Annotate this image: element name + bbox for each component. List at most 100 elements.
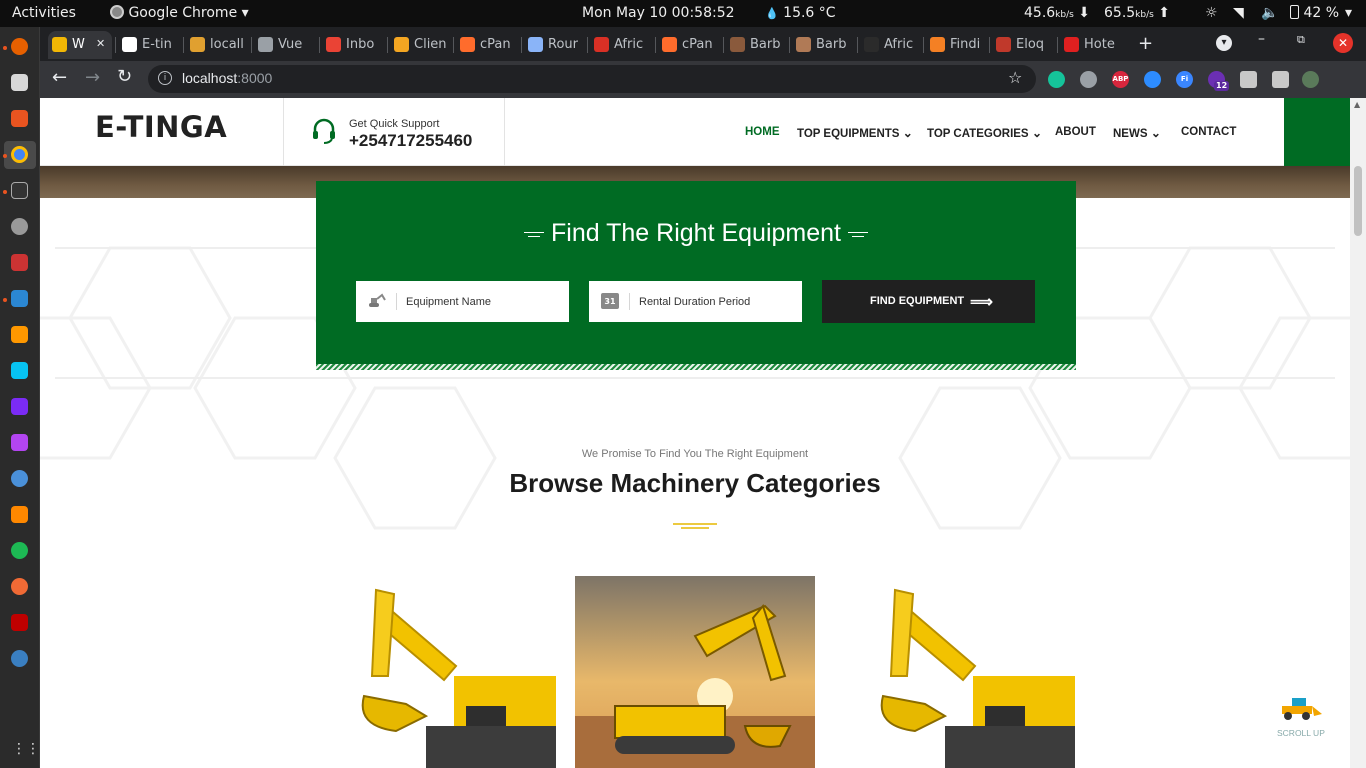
postman-icon[interactable] (11, 578, 28, 595)
browser-tab[interactable]: W ✕ (48, 31, 112, 59)
category-card-excavator-2[interactable] (835, 576, 1075, 768)
minimize-icon[interactable]: – (1258, 31, 1265, 47)
scrollbar-thumb[interactable] (1354, 166, 1362, 236)
panel-stripe-border (316, 364, 1076, 370)
tab-favicon-icon (1064, 37, 1079, 52)
rental-duration-field[interactable]: 31 Rental Duration Period (589, 281, 802, 322)
header-accent-block[interactable] (1284, 98, 1350, 166)
spotify-icon[interactable] (11, 542, 28, 559)
browser-tab[interactable]: Findi (926, 31, 988, 59)
excavator-sunset-image (575, 576, 815, 768)
page-scrollbar[interactable]: ▲ (1350, 98, 1366, 768)
settings-icon[interactable] (11, 218, 28, 235)
browser-tab[interactable]: Eloq (992, 31, 1054, 59)
adblock-plus-extension-icon[interactable]: ABP (1112, 71, 1129, 88)
net-speed-down: 45.6kb/s ⬇ (1024, 5, 1090, 21)
tab-search-icon[interactable]: ▾ (1216, 35, 1232, 51)
weather-temp: 15.6 °C (783, 5, 836, 21)
filezilla-icon[interactable] (11, 614, 28, 631)
nav-item[interactable]: TOP CATEGORIES ⌄ (927, 126, 1042, 140)
forward-icon[interactable]: → (85, 67, 100, 88)
page-viewport: E-TINGA Get Quick Support +254717255460 … (40, 98, 1366, 768)
browser-tab[interactable]: Clien (390, 31, 452, 59)
browser-tab[interactable]: cPan (456, 31, 518, 59)
nav-item[interactable]: HOME (745, 126, 780, 138)
clock[interactable]: Mon May 10 00:58:52 (582, 5, 735, 21)
restore-icon[interactable]: ⧉ (1297, 33, 1305, 47)
close-window-icon[interactable]: ✕ (1333, 33, 1353, 53)
terminal-icon[interactable] (11, 182, 28, 199)
browser-tab[interactable]: Hote (1060, 31, 1122, 59)
app-icon[interactable] (11, 470, 28, 487)
show-apps-icon[interactable]: ⋮⋮ (12, 741, 40, 757)
ext-gray-extension-icon[interactable] (1080, 71, 1097, 88)
browser-tab[interactable]: E-tin (118, 31, 180, 59)
wifi-icon[interactable]: ◥ (1233, 5, 1244, 21)
nav-item[interactable]: NEWS ⌄ (1113, 126, 1161, 140)
intellij-icon[interactable] (11, 398, 28, 415)
support-phone[interactable]: +254717255460 (349, 131, 472, 151)
browser-tab[interactable]: Afric (590, 31, 652, 59)
new-tab-icon[interactable]: + (1138, 33, 1153, 54)
tab-separator (387, 37, 388, 53)
app-menu[interactable]: Google Chrome ▾ (110, 5, 249, 21)
app-icon[interactable] (11, 254, 28, 271)
scroll-up-button[interactable]: SCROLL UP (1268, 690, 1332, 740)
address-bar[interactable]: i localhost:8000 ☆ (148, 65, 1036, 93)
category-card-excavator[interactable] (316, 576, 556, 768)
chrome-icon[interactable] (11, 146, 28, 163)
puzzle-extension-icon[interactable] (1240, 71, 1257, 88)
browser-tab[interactable]: Barb (792, 31, 854, 59)
grammarly-extension-icon[interactable] (1048, 71, 1065, 88)
ext-fi-extension-icon[interactable]: Fi (1176, 71, 1193, 88)
profile-extension-icon[interactable] (1302, 71, 1319, 88)
system-menu-arrow-icon[interactable]: ▾ (1345, 5, 1352, 21)
browser-tab[interactable]: locall (186, 31, 248, 59)
browser-tab[interactable]: Vue (254, 31, 316, 59)
qbittorrent-icon[interactable] (11, 650, 28, 667)
webstorm-icon[interactable] (11, 362, 28, 379)
firefox-icon[interactable] (11, 38, 28, 55)
tab-separator (789, 37, 790, 53)
files-icon[interactable] (11, 74, 28, 91)
vlc-icon[interactable] (11, 506, 28, 523)
browser-tab[interactable]: cPan (658, 31, 720, 59)
category-card-excavator-sunset[interactable] (575, 576, 815, 768)
scroll-up-arrow-icon[interactable]: ▲ (1354, 100, 1360, 109)
activities-button[interactable]: Activities (12, 5, 76, 21)
tab-title: Findi (950, 37, 981, 52)
back-icon[interactable]: ← (52, 67, 67, 88)
volume-icon[interactable]: 🔈 (1261, 5, 1278, 21)
find-equipment-button[interactable]: FIND EQUIPMENT ⟹ (822, 280, 1035, 323)
equipment-name-field[interactable]: Equipment Name (356, 281, 569, 322)
zoom-extension-icon[interactable] (1144, 71, 1161, 88)
vscode-icon[interactable] (11, 290, 28, 307)
weather[interactable]: 💧 15.6 °C (765, 5, 836, 21)
tab-title: Vue (278, 37, 303, 52)
browser-tab[interactable]: Inbo (322, 31, 384, 59)
brightness-icon[interactable]: ☼ (1205, 5, 1218, 21)
net-up-value: 65.5 (1104, 5, 1136, 21)
support-label: Get Quick Support (349, 118, 440, 130)
nav-item[interactable]: TOP EQUIPMENTS ⌄ (797, 126, 913, 140)
system-top-bar: Activities Google Chrome ▾ Mon May 10 00… (0, 0, 1366, 27)
chevron-down-icon: ▾ (241, 5, 249, 21)
sublime-icon[interactable] (11, 326, 28, 343)
browser-tab[interactable]: Rour (524, 31, 586, 59)
nav-item[interactable]: ABOUT (1055, 126, 1096, 138)
browser-tab[interactable]: Barb (726, 31, 788, 59)
software-store-icon[interactable] (11, 110, 28, 127)
close-tab-icon[interactable]: ✕ (96, 37, 105, 50)
ext-badge-extension-icon[interactable]: 12 (1208, 71, 1230, 91)
media-extension-icon[interactable] (1272, 71, 1289, 88)
browser-tab[interactable]: Afric (860, 31, 922, 59)
site-logo[interactable]: E-TINGA (95, 110, 227, 144)
nav-item[interactable]: CONTACT (1181, 126, 1236, 138)
battery-indicator[interactable]: 42 % (1290, 5, 1339, 21)
site-info-icon[interactable]: i (158, 71, 172, 85)
phpstorm-icon[interactable] (11, 434, 28, 451)
header-divider (283, 98, 284, 166)
tab-title: cPan (682, 37, 713, 52)
bookmark-star-icon[interactable]: ☆ (1008, 68, 1022, 87)
reload-icon[interactable]: ↻ (117, 66, 132, 87)
